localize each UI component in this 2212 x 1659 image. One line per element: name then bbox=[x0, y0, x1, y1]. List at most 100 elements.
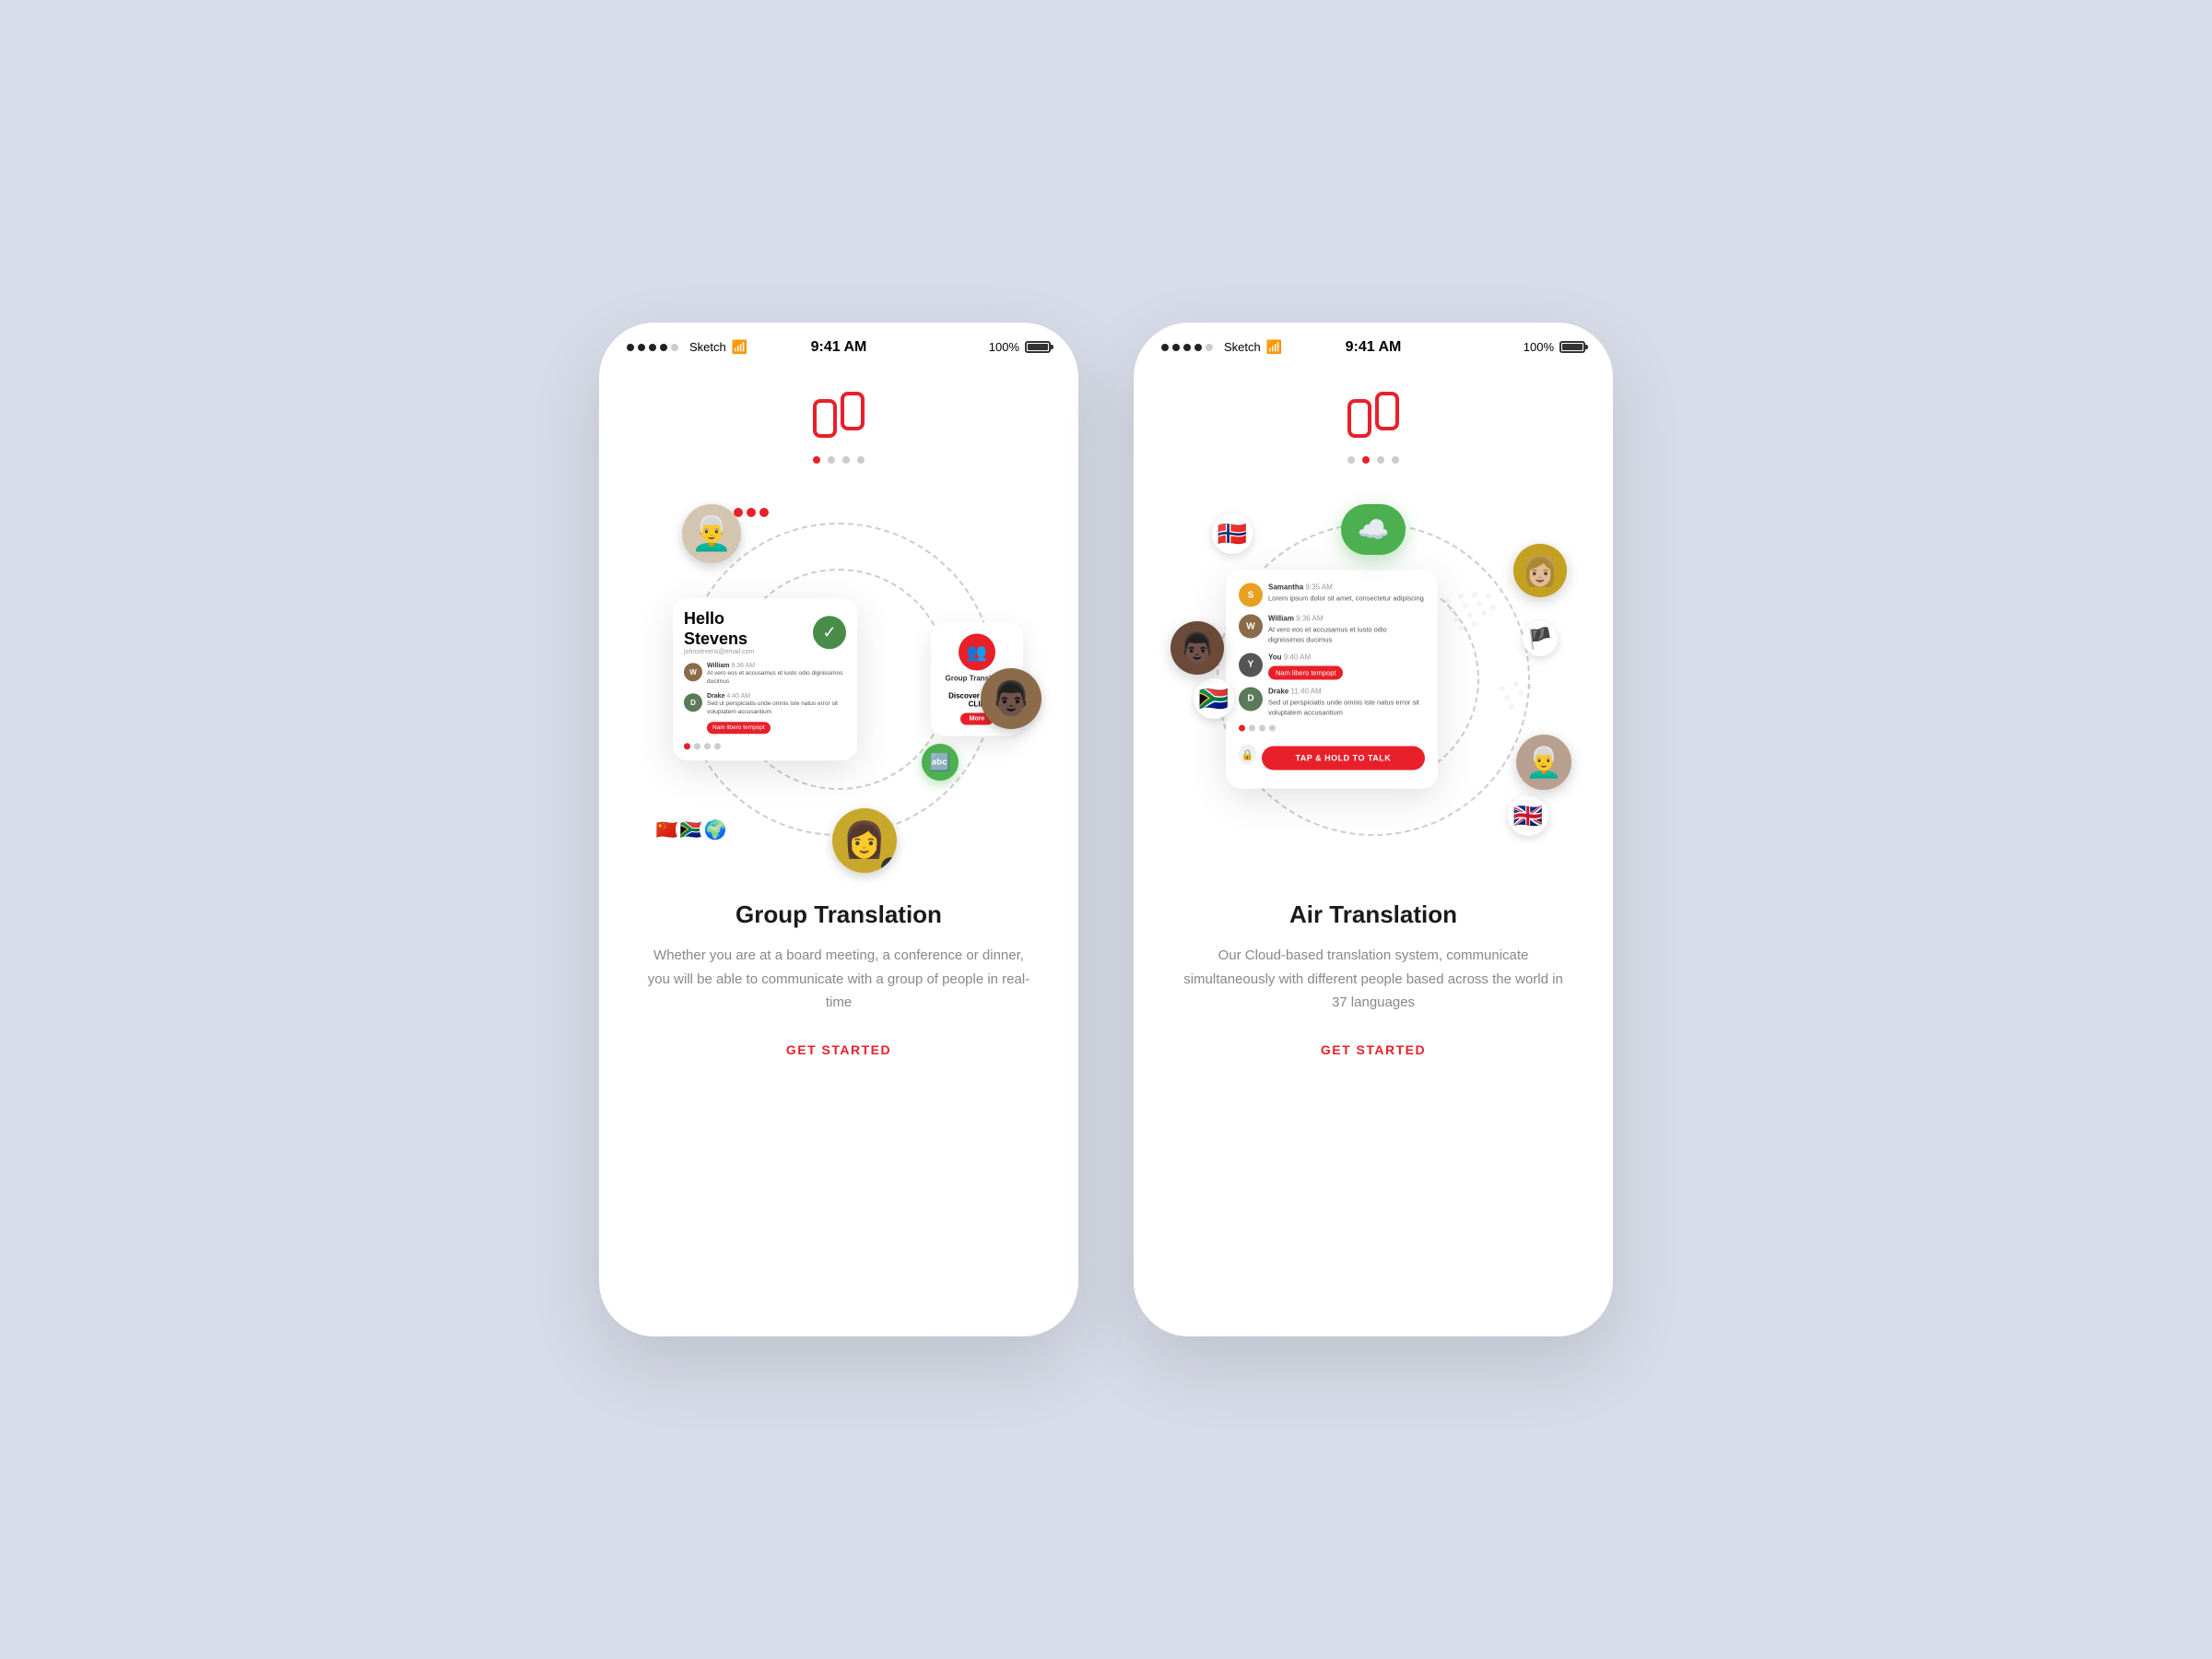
battery-icon-left bbox=[1025, 341, 1051, 353]
air-msg-william: W William 9:36 AM At vero eos et accusam… bbox=[1239, 615, 1425, 646]
air-dot-red bbox=[1239, 725, 1245, 732]
signal-dot-r1 bbox=[1161, 344, 1169, 351]
wifi-icon: 📶 bbox=[732, 339, 747, 355]
air-name-william: William 9:36 AM bbox=[1268, 615, 1425, 623]
air-text-william: At vero eos et accusamus et iusto odio d… bbox=[1268, 625, 1425, 646]
person-avatar-top-right: 👩🏼 bbox=[1513, 544, 1567, 597]
air-avatar-you: Y bbox=[1239, 653, 1263, 677]
text-content-left: Group Translation Whether you are at a b… bbox=[627, 900, 1051, 1059]
status-bar-left: Sketch 📶 9:41 AM 100% bbox=[599, 323, 1078, 364]
signal-dot-2 bbox=[638, 344, 645, 351]
dot-grey1 bbox=[694, 743, 700, 749]
status-time-left: 9:41 AM bbox=[811, 339, 867, 356]
main-chat-card: HelloStevens johnstevens@email.com ✓ W W… bbox=[673, 598, 857, 760]
pagination-left bbox=[813, 456, 865, 464]
signal-dot-5 bbox=[671, 344, 678, 351]
chat-header: HelloStevens johnstevens@email.com ✓ bbox=[684, 609, 846, 655]
wifi-icon-right: 📶 bbox=[1266, 339, 1282, 355]
msg-content-william: William 9:36 AM At vero eos et accusamus… bbox=[707, 663, 846, 686]
get-started-btn-left[interactable]: GET STARTED bbox=[786, 1042, 891, 1057]
carrier-label-right: Sketch bbox=[1224, 340, 1261, 354]
battery-fill-left bbox=[1028, 344, 1048, 350]
signal-dot-3 bbox=[649, 344, 656, 351]
pag-dot-3 bbox=[857, 456, 865, 464]
get-started-btn-right[interactable]: GET STARTED bbox=[1321, 1042, 1426, 1057]
flag-norway: 🇳🇴 bbox=[1212, 513, 1253, 554]
person-avatar-left: 👨🏿 bbox=[1171, 621, 1224, 675]
air-content-samantha: Samantha 9:35 AM Lorem ipsum dolor sit a… bbox=[1268, 583, 1424, 604]
avatar-top-left: 👨‍🦳 bbox=[682, 504, 741, 563]
win-btn-red bbox=[734, 508, 743, 517]
air-name-samantha: Samantha 9:35 AM bbox=[1268, 583, 1424, 592]
air-msg-you: Y You 9:40 AM Nam libero tempopt bbox=[1239, 653, 1425, 679]
feature-desc-right: Our Cloud-based translation system, comm… bbox=[1180, 944, 1567, 1015]
signal-dot-1 bbox=[627, 344, 634, 351]
air-msg-drake-r: D Drake 11:40 AM Sed ut perspiciatis und… bbox=[1239, 687, 1425, 718]
phone-body-right: ☁️ 🇳🇴 🇿🇦 🇬🇧 🏴 👨🏿 👩🏼 👨‍🦳 bbox=[1134, 364, 1613, 1336]
air-dot-grey3 bbox=[1269, 725, 1276, 732]
msg-name-william: William 9:36 AM bbox=[707, 663, 846, 669]
signal-dot-r5 bbox=[1206, 344, 1213, 351]
pag-dot-r1 bbox=[1362, 456, 1370, 464]
logo-bracket-left-r bbox=[1347, 399, 1371, 438]
window-btns-left bbox=[734, 508, 769, 517]
app-logo-left bbox=[813, 392, 865, 438]
pag-dot-1 bbox=[828, 456, 835, 464]
phones-container: Sketch 📶 9:41 AM 100% bbox=[599, 323, 1613, 1336]
status-right-left: 100% bbox=[989, 340, 1051, 354]
air-bubble-you: Nam libero tempopt bbox=[1268, 665, 1343, 679]
status-time-right: 9:41 AM bbox=[1346, 339, 1402, 356]
battery-fill-right bbox=[1562, 344, 1583, 350]
status-right-right: 100% bbox=[1524, 340, 1585, 354]
flags-group: 🇨🇳 🇿🇦 🌍 bbox=[659, 814, 731, 845]
status-bar-right: Sketch 📶 9:41 AM 100% bbox=[1134, 323, 1613, 364]
msg-avatar-drake: D bbox=[684, 694, 702, 712]
air-dot-grey1 bbox=[1249, 725, 1255, 732]
flag-southafrica-r: 🇿🇦 bbox=[1194, 678, 1234, 719]
person-avatar-right-bottom: 👨‍🦳 bbox=[1516, 735, 1571, 790]
tap-hold-btn[interactable]: TAP & HOLD TO TALK bbox=[1262, 747, 1425, 771]
mic-lock-row: 🔒 TAP & HOLD TO TALK bbox=[1239, 739, 1425, 771]
msg-avatar-william: W bbox=[684, 663, 702, 681]
pag-dot-2 bbox=[842, 456, 850, 464]
dot-red bbox=[684, 743, 690, 749]
air-chat-card: S Samantha 9:35 AM Lorem ipsum dolor sit… bbox=[1226, 571, 1438, 789]
carrier-label: Sketch bbox=[689, 340, 726, 354]
air-name-drake: Drake 11:40 AM bbox=[1268, 687, 1425, 695]
translate-icon: 🔤 bbox=[922, 744, 959, 781]
avatar-right-middle: 👨🏿 bbox=[981, 668, 1041, 729]
signal-dot-r3 bbox=[1183, 344, 1191, 351]
phone-air-translation: Sketch 📶 9:41 AM 100% bbox=[1134, 323, 1613, 1336]
avatar-bottom-center: 👩 🎤 bbox=[832, 808, 897, 873]
signal-dot-r4 bbox=[1194, 344, 1202, 351]
feature-desc-left: Whether you are at a board meeting, a co… bbox=[645, 944, 1032, 1015]
greeting-section: HelloStevens johnstevens@email.com bbox=[684, 609, 754, 655]
air-content-you: You 9:40 AM Nam libero tempopt bbox=[1268, 653, 1343, 679]
greeting-email: johnstevens@email.com bbox=[684, 649, 754, 655]
app-logo-right bbox=[1347, 392, 1399, 438]
logo-bracket-right-r bbox=[1375, 392, 1399, 430]
win-btn-red3 bbox=[759, 508, 769, 517]
air-dot-grey2 bbox=[1259, 725, 1265, 732]
flag-other: 🌍 bbox=[700, 814, 731, 845]
mic-icon-air: 🔒 bbox=[1239, 745, 1256, 765]
greeting-text: HelloStevens bbox=[684, 609, 754, 649]
msg-text-william: At vero eos et accusamus et iusto odio d… bbox=[707, 669, 846, 686]
signal-dot-r2 bbox=[1172, 344, 1180, 351]
status-left: Sketch 📶 bbox=[627, 339, 747, 355]
cloud-icon: ☁️ bbox=[1341, 504, 1406, 555]
dots-row bbox=[684, 743, 846, 749]
illustration-left: 👨‍🦳 HelloStevens johnstevens@email.com bbox=[627, 486, 1051, 873]
signal-dot-4 bbox=[660, 344, 667, 351]
air-text-drake: Sed ut perspiciatis unde omnis iste natu… bbox=[1268, 697, 1425, 718]
battery-icon-right bbox=[1559, 341, 1585, 353]
battery-percent-left: 100% bbox=[989, 340, 1019, 354]
pag-dot-r3 bbox=[1392, 456, 1399, 464]
flag-uk: 🇬🇧 bbox=[1508, 795, 1548, 836]
msg-name-drake: Drake 4:40 AM bbox=[707, 694, 846, 700]
msg-bubble-drake: Nam libero tempopt bbox=[707, 722, 771, 734]
feature-title-right: Air Translation bbox=[1180, 900, 1567, 929]
msg-william: W William 9:36 AM At vero eos et accusam… bbox=[684, 663, 846, 686]
msg-text-drake: Sed ut perspiciatis unde omnis iste natu… bbox=[707, 700, 846, 717]
mic-badge[interactable]: 🎤 bbox=[881, 857, 897, 873]
